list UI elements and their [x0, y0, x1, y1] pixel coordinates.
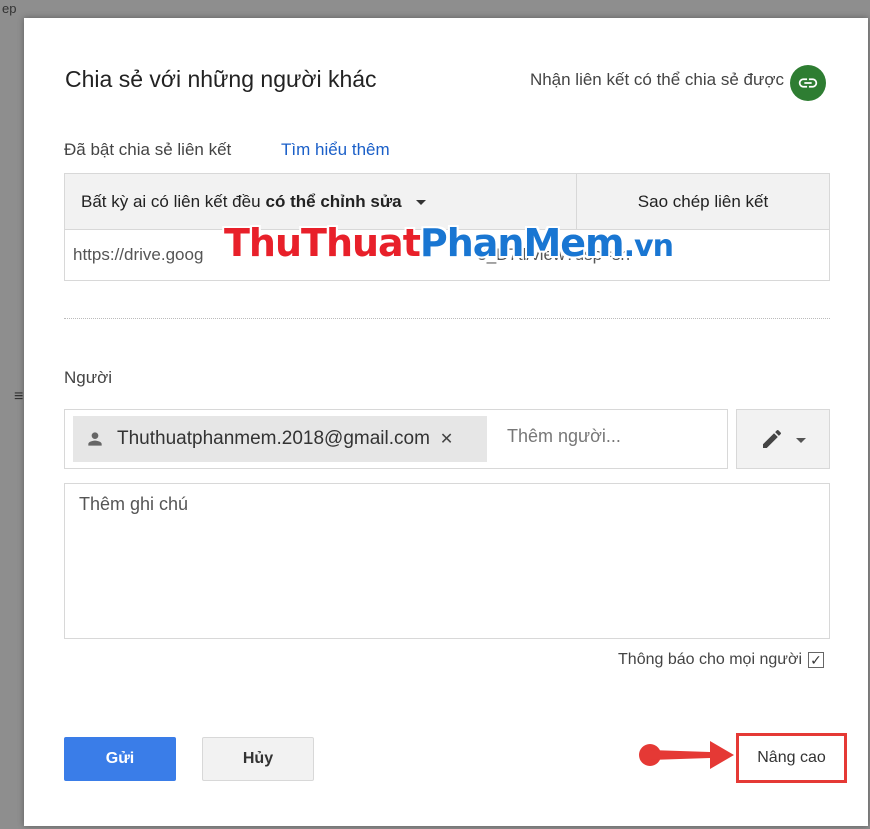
watermark-part3: .vn — [623, 229, 674, 264]
watermark-part2: PhanMem — [419, 221, 625, 265]
watermark-logo: ThuThuatPhanMem.vn — [224, 221, 674, 265]
watermark-part1: ThuThuat — [224, 221, 421, 265]
recipient-chip: Thuthuatphanmem.2018@gmail.com ✕ — [73, 416, 487, 462]
share-dialog: Chia sẻ với những người khác Nhận liên k… — [24, 18, 868, 826]
cancel-button[interactable]: Hủy — [202, 737, 314, 781]
person-icon — [85, 429, 105, 449]
notify-label: Thông báo cho mọi người — [618, 651, 802, 668]
people-input-box[interactable]: Thuthuatphanmem.2018@gmail.com ✕ Thêm ng… — [64, 409, 728, 469]
link-sharing-status: Đã bật chia sẻ liên kết — [64, 140, 232, 159]
advanced-button[interactable]: Nâng cao — [736, 733, 847, 783]
chevron-down-icon — [796, 437, 806, 443]
notify-option[interactable]: Thông báo cho mọi người ✓ — [618, 651, 824, 669]
permission-prefix: Bất kỳ ai có liên kết đều — [81, 191, 261, 211]
learn-more-link[interactable]: Tìm hiểu thêm — [281, 140, 390, 160]
send-button[interactable]: Gửi — [64, 737, 176, 781]
pencil-icon — [760, 427, 784, 451]
note-textarea[interactable]: Thêm ghi chú — [64, 483, 830, 639]
checkbox-icon[interactable]: ✓ — [808, 652, 824, 668]
permission-level: có thể chỉnh sửa — [265, 191, 402, 211]
divider — [64, 318, 830, 319]
permission-edit-button[interactable] — [736, 409, 830, 469]
add-people-input[interactable]: Thêm người... — [507, 426, 621, 447]
note-placeholder: Thêm ghi chú — [79, 494, 189, 514]
link-icon[interactable] — [790, 65, 826, 101]
get-shareable-link[interactable]: Nhận liên kết có thể chia sẻ được — [530, 70, 784, 90]
dialog-title: Chia sẻ với những người khác — [65, 66, 377, 92]
background-menu-icon: ≡ — [14, 388, 24, 405]
background-text-fragment: ep — [2, 1, 17, 16]
arrow-pointer-icon — [636, 735, 736, 780]
recipient-email: Thuthuatphanmem.2018@gmail.com — [117, 428, 430, 449]
people-label: Người — [64, 368, 113, 387]
remove-icon[interactable]: ✕ — [440, 429, 453, 449]
chevron-down-icon — [415, 200, 426, 205]
